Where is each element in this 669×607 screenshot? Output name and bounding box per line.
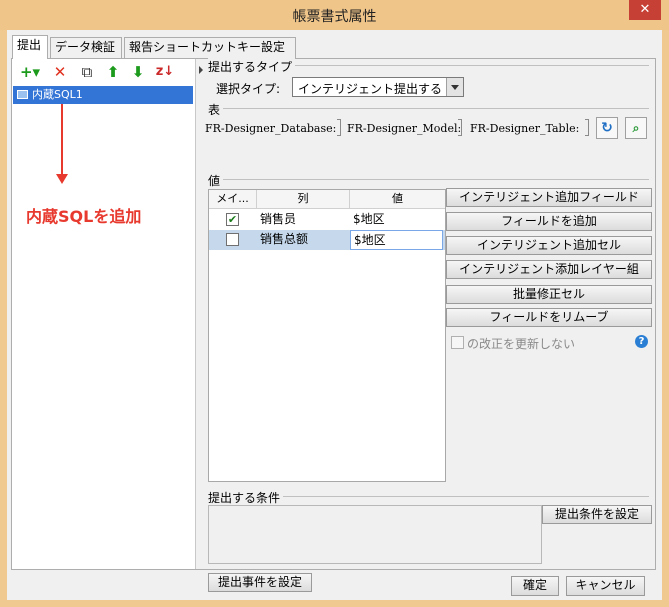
cancel-button[interactable]: キャンセル: [566, 576, 645, 596]
pane-splitter[interactable]: [199, 59, 204, 569]
cell-column[interactable]: 销售总额: [257, 230, 350, 250]
sort-icon[interactable]: z↓: [154, 63, 176, 81]
table-row[interactable]: ✔ 销售员 $地区: [209, 210, 445, 230]
help-icon[interactable]: ?: [635, 335, 648, 348]
submit-type-group-label: 提出するタイプ: [208, 58, 296, 75]
table-group-label: 表: [208, 101, 224, 118]
database-label[interactable]: FR-Designer_Database:: [205, 122, 336, 135]
table-label[interactable]: FR-Designer_Table:: [470, 122, 579, 135]
window-title: 帳票書式属性: [292, 9, 377, 25]
annotation-arrow-head: [56, 174, 68, 184]
tab-submit[interactable]: 提出: [12, 35, 48, 59]
add-dropdown-icon[interactable]: +▾: [18, 63, 42, 81]
close-button[interactable]: ✕: [629, 0, 661, 20]
smart-add-layer-group-button[interactable]: インテリジェント添加レイヤー組: [446, 260, 652, 279]
separator: [585, 119, 589, 136]
set-condition-button[interactable]: 提出条件を設定: [542, 505, 652, 524]
condition-display: [208, 505, 542, 564]
annotation-arrow-line: [61, 104, 63, 176]
column-header-value[interactable]: 値: [350, 190, 445, 209]
submit-type-value: インテリジェント提出する: [298, 82, 443, 96]
smart-add-field-button[interactable]: インテリジェント追加フィールド: [446, 188, 652, 207]
add-field-button[interactable]: フィールドを追加: [446, 212, 652, 231]
column-header-key[interactable]: メイ...: [209, 190, 257, 209]
move-up-icon[interactable]: ⬆: [104, 63, 122, 81]
sql-list-pane: +▾ ✕ ⧉ ⬆ ⬇ z↓ 内蔵SQL1 内蔵SQLを追加: [12, 59, 196, 569]
cell-column[interactable]: 销售员: [257, 210, 350, 230]
dialog-body: 提出 データ検証 報告ショートカットキー設定 +▾ ✕ ⧉ ⬆ ⬇ z↓ 内蔵S…: [7, 30, 662, 600]
refresh-icon[interactable]: ↻: [596, 117, 618, 139]
database-icon: [17, 90, 28, 99]
copy-icon[interactable]: ⧉: [78, 63, 96, 81]
key-checkbox[interactable]: [226, 233, 239, 246]
condition-group-label: 提出する条件: [208, 489, 284, 506]
no-update-label: の改正を更新しない: [467, 337, 576, 351]
separator: [337, 119, 341, 136]
collapse-arrow-icon[interactable]: [199, 66, 203, 74]
select-type-label: 選択タイプ:: [216, 82, 281, 96]
title-bar: 帳票書式属性 ✕: [0, 0, 669, 30]
cell-value[interactable]: $地区: [350, 210, 445, 230]
key-checkbox[interactable]: ✔: [226, 213, 239, 226]
ok-button[interactable]: 確定: [511, 576, 559, 596]
table-group-line: [208, 108, 649, 109]
smart-add-cell-button[interactable]: インテリジェント追加セル: [446, 236, 652, 255]
delete-icon[interactable]: ✕: [51, 63, 69, 81]
preview-icon[interactable]: ⌕: [625, 117, 647, 139]
cell-value[interactable]: $地区: [350, 230, 443, 250]
column-header-column[interactable]: 列: [257, 190, 350, 209]
values-group-label: 値: [208, 172, 224, 189]
tab-report-shortcut-settings[interactable]: 報告ショートカットキー設定: [124, 37, 296, 58]
tree-item-sql[interactable]: 内蔵SQL1: [13, 86, 193, 104]
chevron-down-icon[interactable]: [446, 78, 463, 96]
remove-field-button[interactable]: フィールドをリムーブ: [446, 308, 652, 327]
annotation-text: 内蔵SQLを追加: [26, 207, 142, 226]
separator: [458, 119, 462, 136]
move-down-icon[interactable]: ⬇: [129, 63, 147, 81]
tree-item-label: 内蔵SQL1: [32, 88, 83, 101]
batch-modify-cell-button[interactable]: 批量修正セル: [446, 285, 652, 304]
table-row[interactable]: 销售总额 $地区: [209, 230, 445, 250]
values-table: メイ... 列 値 ✔ 销售员 $地区 销售总额 $地区: [208, 189, 446, 482]
set-submit-event-button[interactable]: 提出事件を設定: [208, 573, 312, 592]
model-label[interactable]: FR-Designer_Model:: [347, 122, 461, 135]
tab-panel-submit: +▾ ✕ ⧉ ⬆ ⬇ z↓ 内蔵SQL1 内蔵SQLを追加 提出するタイプ 選択…: [11, 58, 656, 592]
submit-type-select[interactable]: インテリジェント提出する: [292, 77, 464, 97]
no-update-checkbox[interactable]: [451, 336, 464, 349]
values-group-line: [208, 179, 649, 180]
tab-data-validation[interactable]: データ検証: [50, 37, 122, 58]
